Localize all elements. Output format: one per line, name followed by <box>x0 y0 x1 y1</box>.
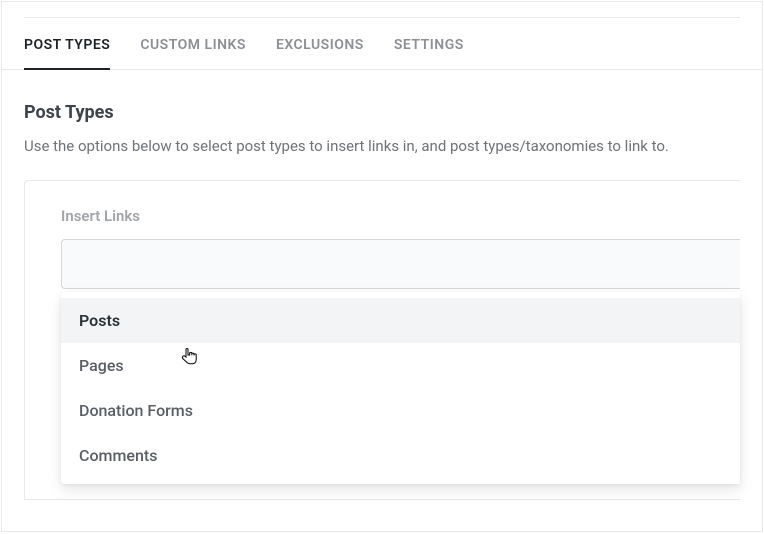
dropdown-item-comments[interactable]: Comments <box>61 433 740 478</box>
insert-links-label: Insert Links <box>61 207 740 225</box>
tab-custom-links[interactable]: CUSTOM LINKS <box>140 19 246 69</box>
insert-links-dropdown: Posts Pages Donation Forms Comments <box>61 292 740 484</box>
dropdown-item-posts[interactable]: Posts <box>61 298 740 343</box>
section-description: Use the options below to select post typ… <box>24 135 740 158</box>
tab-settings[interactable]: SETTINGS <box>394 19 464 69</box>
settings-panel: Insert Links Posts Pages Donation Forms … <box>24 180 740 500</box>
dropdown-item-donation-forms[interactable]: Donation Forms <box>61 388 740 433</box>
insert-links-select[interactable] <box>61 239 740 289</box>
tab-exclusions[interactable]: EXCLUSIONS <box>276 19 364 69</box>
tab-post-types[interactable]: POST TYPES <box>24 19 110 69</box>
dropdown-item-pages[interactable]: Pages <box>61 343 740 388</box>
tab-bar: POST TYPES CUSTOM LINKS EXCLUSIONS SETTI… <box>2 18 762 70</box>
section-title: Post Types <box>24 102 740 123</box>
